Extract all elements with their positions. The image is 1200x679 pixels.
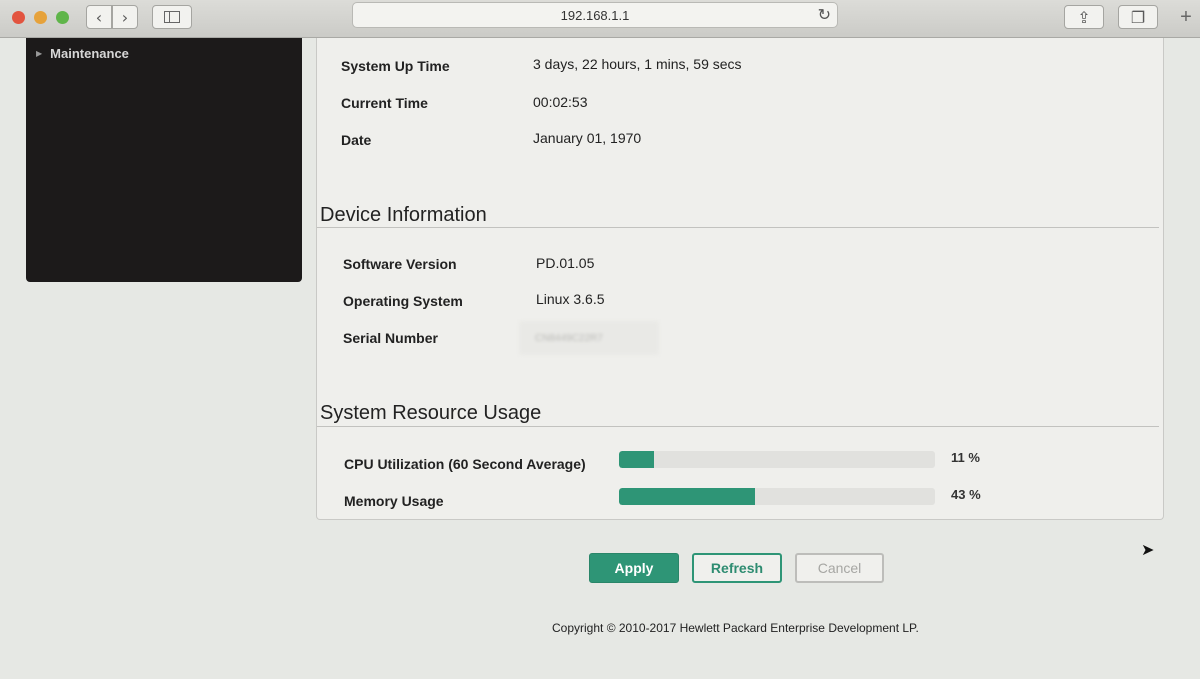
new-tab-button[interactable]: + <box>1172 5 1200 29</box>
memory-usage-bar-fill <box>619 488 755 505</box>
status-panel: System Up Time 3 days, 22 hours, 1 mins,… <box>316 38 1164 520</box>
uptime-label: System Up Time <box>341 58 450 74</box>
share-button[interactable]: ⇪ <box>1064 5 1104 29</box>
share-icon: ⇪ <box>1077 7 1091 27</box>
cpu-utilization-label: CPU Utilization (60 Second Average) <box>344 456 586 472</box>
cpu-usage-percent: 11 % <box>951 450 980 465</box>
sidebar-item-maintenance[interactable]: ▶ Maintenance <box>36 46 129 61</box>
cpu-usage-bar <box>619 451 935 468</box>
minimize-window-icon[interactable] <box>34 11 47 24</box>
memory-usage-percent: 43 % <box>951 487 981 502</box>
browser-toolbar: ‹ › 192.168.1.1 ↻ ⇪ ❐ + <box>0 0 1200 38</box>
show-sidebar-button[interactable] <box>152 5 192 29</box>
cpu-usage-bar-fill <box>619 451 654 468</box>
section-divider <box>317 426 1159 427</box>
current-time-label: Current Time <box>341 95 428 111</box>
software-version-label: Software Version <box>343 256 457 272</box>
refresh-button[interactable]: Refresh <box>692 553 782 583</box>
date-label: Date <box>341 132 372 148</box>
address-bar[interactable]: 192.168.1.1 ↻ <box>352 2 838 28</box>
software-version-value: PD.01.05 <box>536 255 595 271</box>
caret-right-icon: ▶ <box>36 49 43 58</box>
serial-number-value: CN8449C22R7 <box>519 321 659 355</box>
apply-button[interactable]: Apply <box>589 553 679 583</box>
uptime-value: 3 days, 22 hours, 1 mins, 59 secs <box>533 56 742 72</box>
serial-number-label: Serial Number <box>343 330 438 346</box>
cancel-button[interactable]: Cancel <box>795 553 884 583</box>
show-tabs-button[interactable]: ❐ <box>1118 5 1158 29</box>
tabs-icon: ❐ <box>1130 7 1146 27</box>
chevron-right-icon: › <box>121 7 129 27</box>
plus-icon: + <box>1180 5 1192 28</box>
sidebar-item-label: Maintenance <box>50 46 129 61</box>
section-divider <box>317 227 1159 228</box>
reload-icon[interactable]: ↻ <box>818 5 831 24</box>
copyright-text: Copyright © 2010-2017 Hewlett Packard En… <box>552 621 919 635</box>
url-text: 192.168.1.1 <box>560 7 630 23</box>
back-button[interactable]: ‹ <box>86 5 112 29</box>
memory-usage-label: Memory Usage <box>344 493 444 509</box>
resource-usage-heading: System Resource Usage <box>320 402 542 424</box>
operating-system-label: Operating System <box>343 293 463 309</box>
close-window-icon[interactable] <box>12 11 25 24</box>
operating-system-value: Linux 3.6.5 <box>536 291 605 307</box>
zoom-window-icon[interactable] <box>56 11 69 24</box>
forward-button[interactable]: › <box>112 5 138 29</box>
sidebar-icon <box>164 11 180 23</box>
chevron-left-icon: ‹ <box>95 7 103 27</box>
date-value: January 01, 1970 <box>533 130 642 146</box>
memory-usage-bar <box>619 488 935 505</box>
mouse-pointer-icon: ➤ <box>1141 540 1155 559</box>
device-information-heading: Device Information <box>320 204 487 226</box>
sidebar-menu: ▶ Maintenance <box>26 38 302 282</box>
current-time-value: 00:02:53 <box>533 94 588 110</box>
